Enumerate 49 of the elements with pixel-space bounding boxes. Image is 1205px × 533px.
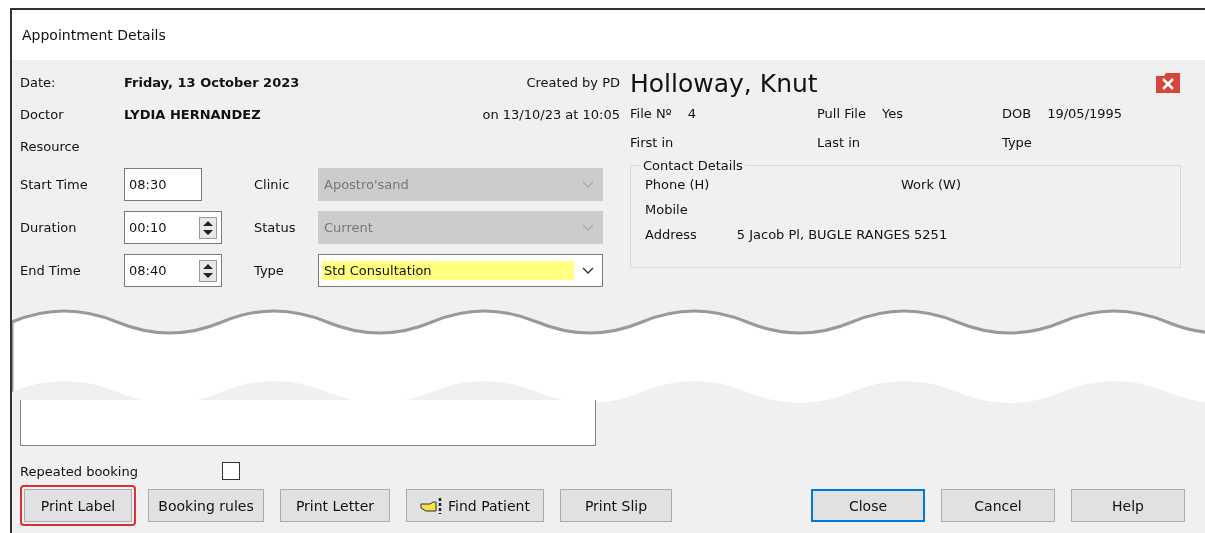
- contact-label: Phone (H): [645, 177, 711, 192]
- doctor-name: LYDIA HERNANDEZ: [124, 106, 262, 122]
- info-value: 4: [687, 106, 697, 121]
- chevron-down-icon: [582, 266, 594, 275]
- field-label: Start Time: [20, 177, 89, 192]
- field-label: Status: [254, 220, 297, 235]
- dropdown[interactable]: Std Consultation: [318, 254, 603, 287]
- action-button[interactable]: Print Slip: [560, 489, 672, 522]
- info-label: Last in: [817, 135, 861, 150]
- info-label: Pull File: [817, 106, 866, 121]
- close-icon[interactable]: [1155, 72, 1181, 94]
- group-title: Contact Details: [642, 158, 744, 173]
- action-button[interactable]: Booking rules: [148, 489, 264, 522]
- checkbox[interactable]: [222, 462, 240, 480]
- info-label: First in: [630, 135, 674, 150]
- field-label: End Time: [20, 263, 82, 278]
- info-label: DOB: [1002, 106, 1032, 121]
- action-button[interactable]: Find Patient: [406, 489, 544, 522]
- action-button[interactable]: Print Letter: [280, 489, 390, 522]
- contact-label: Mobile: [645, 202, 689, 217]
- dialog-button[interactable]: Close: [811, 489, 925, 522]
- spinner-arrows-icon[interactable]: [199, 216, 217, 239]
- created-by-text: Created by PD: [526, 74, 620, 90]
- contact-label: Work (W): [901, 177, 963, 192]
- field-label: Type: [254, 263, 285, 278]
- patient-name: Holloway, Knut: [630, 68, 818, 98]
- field-label: Clinic: [254, 177, 291, 192]
- created-on-text: on 13/10/23 at 10:05: [482, 106, 620, 122]
- info-value: 19/05/1995: [1047, 106, 1123, 121]
- date-label: Date:: [20, 74, 57, 90]
- window-title: Appointment Details: [12, 10, 1205, 60]
- address-value: 5 Jacob Pl, BUGLE RANGES 5251: [736, 227, 948, 242]
- doctor-label: Doctor: [20, 106, 65, 122]
- info-label: File Nº: [630, 106, 672, 121]
- contact-label: Address: [645, 227, 697, 242]
- chevron-down-icon: [582, 223, 594, 232]
- field-label: Duration: [20, 220, 78, 235]
- resource-label: Resource: [20, 138, 81, 154]
- spinner-arrows-icon[interactable]: [199, 259, 217, 282]
- dialog-button[interactable]: Cancel: [941, 489, 1055, 522]
- date-value: Friday, 13 October 2023: [124, 74, 301, 90]
- action-button[interactable]: Print Label: [24, 489, 132, 522]
- info-label: Type: [1002, 135, 1032, 150]
- chevron-down-icon: [582, 180, 594, 189]
- text-area[interactable]: [20, 400, 596, 446]
- repeated-booking-label: Repeated booking: [20, 463, 139, 479]
- info-value: Yes: [881, 106, 903, 121]
- time-spinner[interactable]: 08:40: [124, 254, 222, 287]
- dialog-button[interactable]: Help: [1071, 489, 1185, 522]
